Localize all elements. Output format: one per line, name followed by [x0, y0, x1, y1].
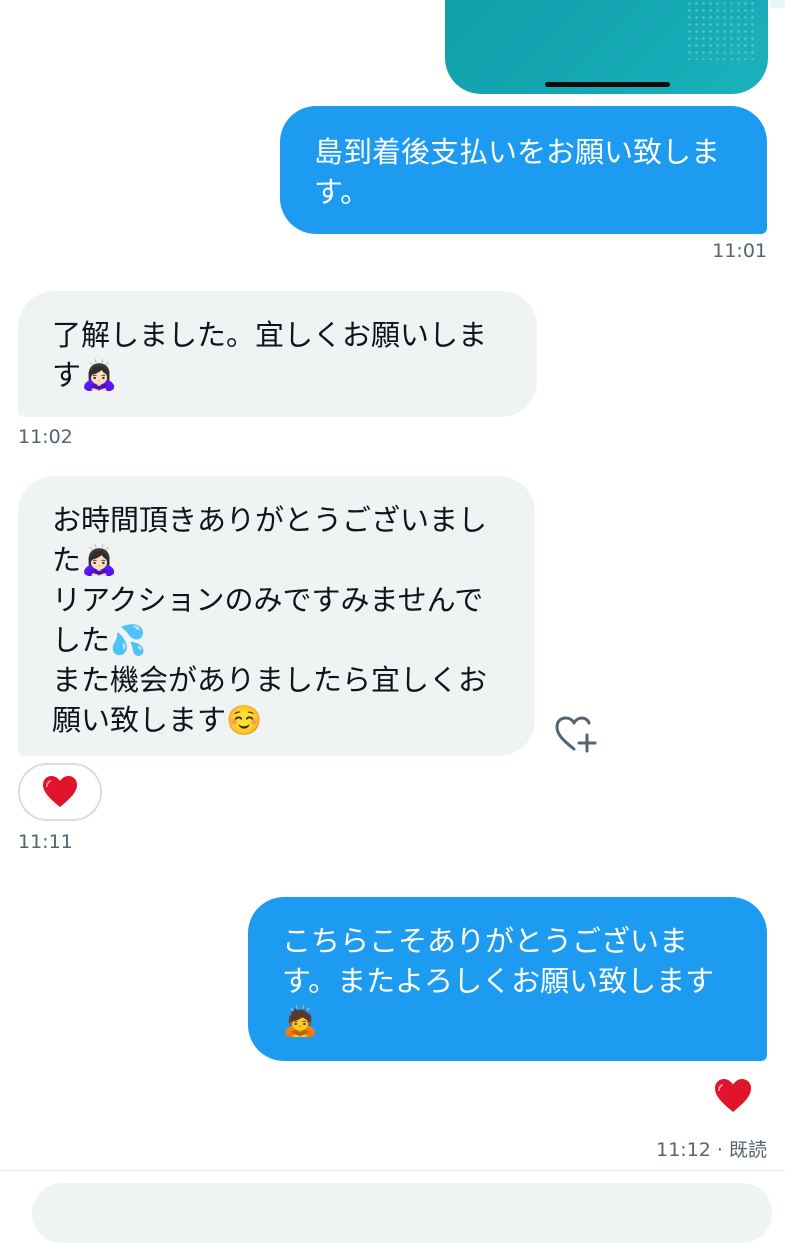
home-indicator: [545, 82, 670, 87]
card-pattern: [686, 0, 756, 60]
message-bubble-outgoing-2[interactable]: こちらこそありがとうございま す。またよろしくお願い致します 🙇: [248, 897, 767, 1061]
heart-icon[interactable]: [713, 1077, 753, 1115]
message-timestamp-1: 11:01: [712, 240, 767, 262]
heart-icon: [43, 776, 77, 807]
message-timestamp-3: 11:11: [18, 831, 73, 853]
top-edge: [770, 0, 785, 8]
heart-plus-icon[interactable]: [554, 715, 598, 755]
message-bubble-outgoing-1[interactable]: 島到着後支払いをお願い致しま す。: [280, 106, 767, 234]
shared-card-preview[interactable]: [445, 0, 768, 94]
message-timestamp-read-receipt: 11:12 · 既読: [656, 1139, 767, 1161]
message-timestamp-2: 11:02: [18, 426, 73, 448]
message-bubble-incoming-2[interactable]: お時間頂きありがとうございまし た🙇🏻‍♀️ リアクションのみですみませんで し…: [18, 476, 535, 756]
message-bubble-incoming-1[interactable]: 了解しました。宜しくお願いしま す🙇🏻‍♀️: [18, 291, 537, 417]
reaction-badge[interactable]: [18, 763, 102, 821]
message-composer[interactable]: [32, 1183, 772, 1243]
composer-divider: [0, 1170, 785, 1171]
